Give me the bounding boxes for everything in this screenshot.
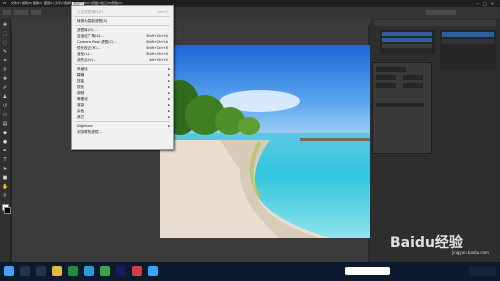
layers-panel[interactable] (440, 30, 496, 70)
filter-menu-item[interactable]: 其它 ▸ (72, 114, 173, 121)
panel-tabs[interactable] (374, 20, 496, 26)
type-tool-icon[interactable]: T (2, 157, 8, 163)
filter-menu-item[interactable]: 转换为智能滤镜(S) (72, 18, 173, 25)
photoshop-icon[interactable] (116, 266, 126, 276)
search-icon[interactable] (20, 266, 30, 276)
tool-preset-picker[interactable] (3, 10, 11, 15)
menu-item-shortcut: Ctrl+F (157, 10, 168, 14)
taskbar (0, 262, 500, 281)
wechat-icon[interactable] (100, 266, 110, 276)
clock (470, 266, 496, 276)
font-family-field[interactable] (376, 67, 406, 72)
move-tool-icon[interactable]: ✥ (2, 22, 8, 28)
option-control[interactable] (14, 10, 28, 15)
menu-item-label: 其它 (77, 115, 85, 119)
menu-item-label: 消失点(V)... (77, 58, 97, 62)
brush-tool-icon[interactable]: ✐ (2, 85, 8, 91)
windows-logo-icon[interactable] (4, 266, 14, 276)
baidu-watermark: Baidu经验 (390, 235, 463, 251)
task-view-icon[interactable] (36, 266, 46, 276)
leading-field[interactable] (403, 75, 423, 80)
menu-separator (75, 64, 170, 65)
photo-palms (238, 117, 260, 135)
font-size-field[interactable] (376, 75, 396, 80)
healing-tool-icon[interactable]: ✚ (2, 76, 8, 82)
marquee-tool-icon[interactable]: ⬚ (2, 31, 8, 37)
shape-tool-icon[interactable]: ■ (2, 175, 8, 181)
filter-menu: 上次滤镜操作(F) Ctrl+F 转换为智能滤镜(S) 滤镜库(G)... 自适应广角(… (71, 5, 174, 150)
app-icon[interactable] (132, 266, 142, 276)
text-style-buttons[interactable] (376, 103, 424, 107)
hand-tool-icon[interactable]: ✋ (2, 184, 8, 190)
history-item[interactable] (382, 44, 432, 48)
path-select-tool-icon[interactable]: ➤ (2, 166, 8, 172)
menu-separator (75, 25, 170, 26)
pen-tool-icon[interactable]: ✒ (2, 148, 8, 154)
menu-item-label: 上次滤镜操作(F) (77, 10, 104, 14)
beach-photo[interactable] (160, 45, 370, 238)
filter-menu-item[interactable]: 消失点(V)... Alt+Ctrl+V (72, 57, 173, 64)
character-panel[interactable] (372, 62, 432, 154)
document-tab-bar[interactable] (10, 18, 370, 26)
menu-item-shortcut: Alt+Ctrl+V (149, 58, 168, 62)
option-control[interactable] (31, 10, 41, 15)
baidu-watermark-url: jingyan.baidu.com (452, 250, 489, 255)
app-icon[interactable] (84, 266, 94, 276)
menu-edit[interactable]: 编辑(E) (22, 2, 32, 5)
browser-icon[interactable] (68, 266, 78, 276)
background-color-swatch[interactable] (4, 207, 11, 214)
right-panel (370, 18, 500, 262)
menu-layer[interactable]: 图层(L) (44, 2, 54, 5)
filter-menu-item: 上次滤镜操作(F) Ctrl+F (72, 9, 173, 16)
history-item[interactable] (382, 38, 432, 42)
quick-select-tool-icon[interactable]: ✎ (2, 49, 8, 55)
photo-sand (160, 140, 330, 238)
blur-tool-icon[interactable]: ◆ (2, 130, 8, 136)
photo-pier (300, 138, 370, 141)
app-icon[interactable] (148, 266, 158, 276)
input-method-bar[interactable] (345, 267, 390, 275)
window-controls[interactable]: ─□✕ (476, 1, 498, 6)
layer-row[interactable] (442, 39, 494, 44)
history-item[interactable] (382, 32, 432, 36)
layer-row[interactable] (442, 32, 494, 37)
tracking-field[interactable] (376, 83, 396, 88)
toolbox: ✥ ⬚ ◌ ✎ ⌗ ⚲ ✚ ✐ ♟ ↺ ▭ ▤ ◆ ● ✒ T ➤ ■ ✋ ⚲ (0, 18, 11, 262)
workspace-switcher[interactable] (426, 10, 456, 15)
menu-separator (75, 16, 170, 17)
gradient-tool-icon[interactable]: ▤ (2, 121, 8, 127)
history-panel[interactable] (380, 30, 435, 54)
kerning-field[interactable] (403, 83, 423, 88)
ps-logo: Ps (3, 1, 7, 5)
menu-image[interactable]: 图像(I) (33, 2, 42, 5)
dodge-tool-icon[interactable]: ● (2, 139, 8, 145)
history-brush-icon[interactable]: ↺ (2, 103, 8, 109)
menu-item-label: 转换为智能滤镜(S) (77, 19, 108, 23)
file-explorer-icon[interactable] (52, 266, 62, 276)
zoom-tool-icon[interactable]: ⚲ (2, 193, 8, 199)
submenu-arrow-icon: ▸ (168, 115, 170, 119)
filter-menu-item[interactable]: 浏览联机滤镜... (72, 129, 173, 136)
menu-separator (75, 121, 170, 122)
menu-item-label: 浏览联机滤镜... (77, 130, 102, 134)
lasso-tool-icon[interactable]: ◌ (2, 40, 8, 46)
stamp-tool-icon[interactable]: ♟ (2, 94, 8, 100)
eyedropper-tool-icon[interactable]: ⚲ (2, 67, 8, 73)
crop-tool-icon[interactable]: ⌗ (2, 58, 8, 64)
eraser-tool-icon[interactable]: ▭ (2, 112, 8, 118)
menu-file[interactable]: 文件(F) (11, 2, 21, 5)
